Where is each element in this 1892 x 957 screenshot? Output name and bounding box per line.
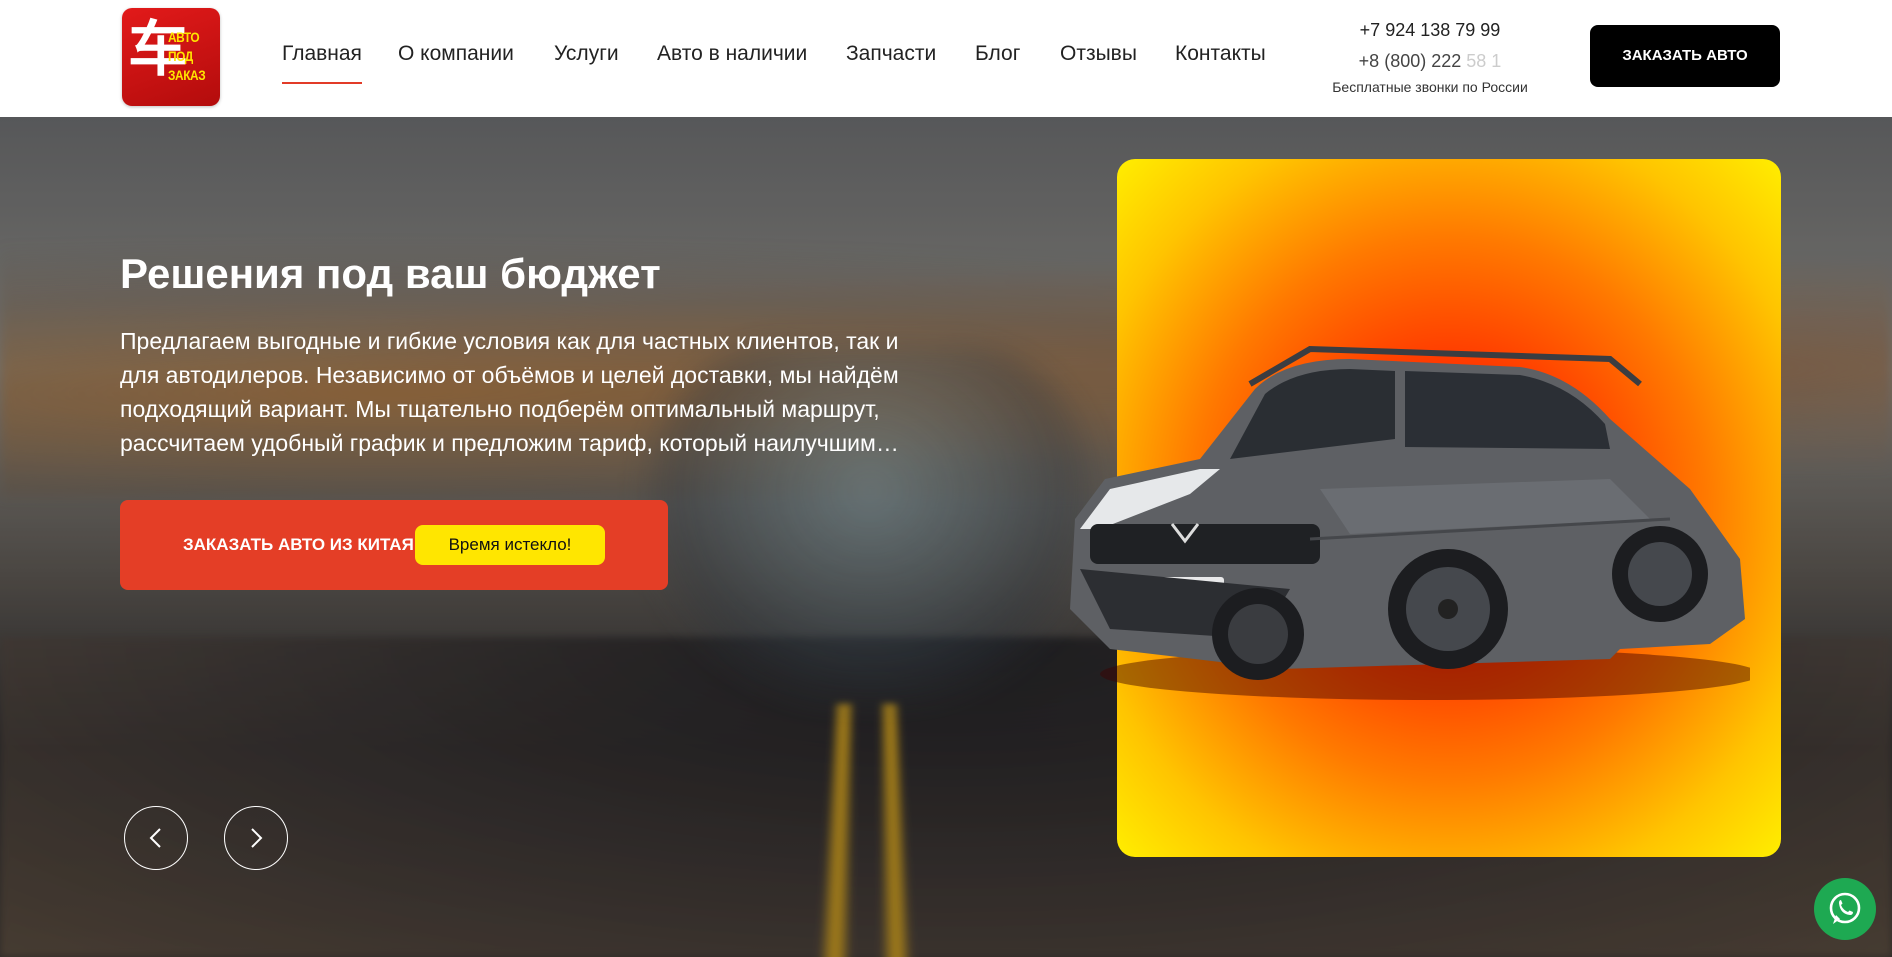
nav-cars-in-stock[interactable]: Авто в наличии: [657, 42, 807, 66]
hero-title: Решения под ваш бюджет: [120, 250, 661, 297]
phone-block: +7 924 138 79 99 +8 (800) 222 58 1 Беспл…: [1316, 16, 1544, 96]
nav-blog[interactable]: Блог: [975, 42, 1020, 66]
hero-slider: Решения под ваш бюджет Предлагаем выгодн…: [0, 117, 1892, 957]
phone-free-visible: +8 (800) 222: [1358, 51, 1462, 71]
site-header: 车 АВТО ПОД ЗАКАЗ Главная О компании Услу…: [0, 0, 1892, 117]
cta-timer-badge: Время истекло!: [415, 525, 605, 565]
chevron-right-icon: [251, 828, 263, 848]
car-image: [1070, 345, 1750, 700]
order-car-button[interactable]: ЗАКАЗАТЬ АВТО: [1590, 25, 1780, 87]
phone-free[interactable]: +8 (800) 222 58 1: [1316, 44, 1544, 78]
phone-note: Бесплатные звонки по России: [1332, 79, 1528, 95]
phone-main[interactable]: +7 924 138 79 99: [1316, 16, 1544, 44]
phone-free-faded: 58 1: [1466, 51, 1502, 71]
hero-description: Предлагаем выгодные и гибкие условия как…: [120, 328, 899, 456]
logo-text: АВТО ПОД ЗАКАЗ: [168, 28, 211, 85]
nav-contacts[interactable]: Контакты: [1175, 42, 1266, 66]
logo-line-3: ЗАКАЗ: [168, 67, 206, 83]
chevron-left-icon: [149, 828, 161, 848]
whatsapp-button[interactable]: [1814, 878, 1876, 940]
nav-services[interactable]: Услуги: [554, 42, 619, 66]
nav-reviews[interactable]: Отзывы: [1060, 42, 1137, 66]
logo-line-2: ПОД: [168, 48, 193, 64]
slider-next-button[interactable]: [224, 806, 288, 870]
nav-about[interactable]: О компании: [398, 42, 514, 66]
logo-line-1: АВТО: [168, 29, 200, 45]
whatsapp-icon: [1829, 892, 1861, 924]
logo[interactable]: 车 АВТО ПОД ЗАКАЗ: [122, 8, 220, 106]
nav-parts[interactable]: Запчасти: [846, 42, 936, 66]
order-from-china-button[interactable]: ЗАКАЗАТЬ АВТО ИЗ КИТАЯ Время истекло!: [120, 500, 668, 590]
nav-home[interactable]: Главная: [282, 42, 362, 84]
slider-prev-button[interactable]: [124, 806, 188, 870]
cta-label: ЗАКАЗАТЬ АВТО ИЗ КИТАЯ: [183, 535, 414, 554]
